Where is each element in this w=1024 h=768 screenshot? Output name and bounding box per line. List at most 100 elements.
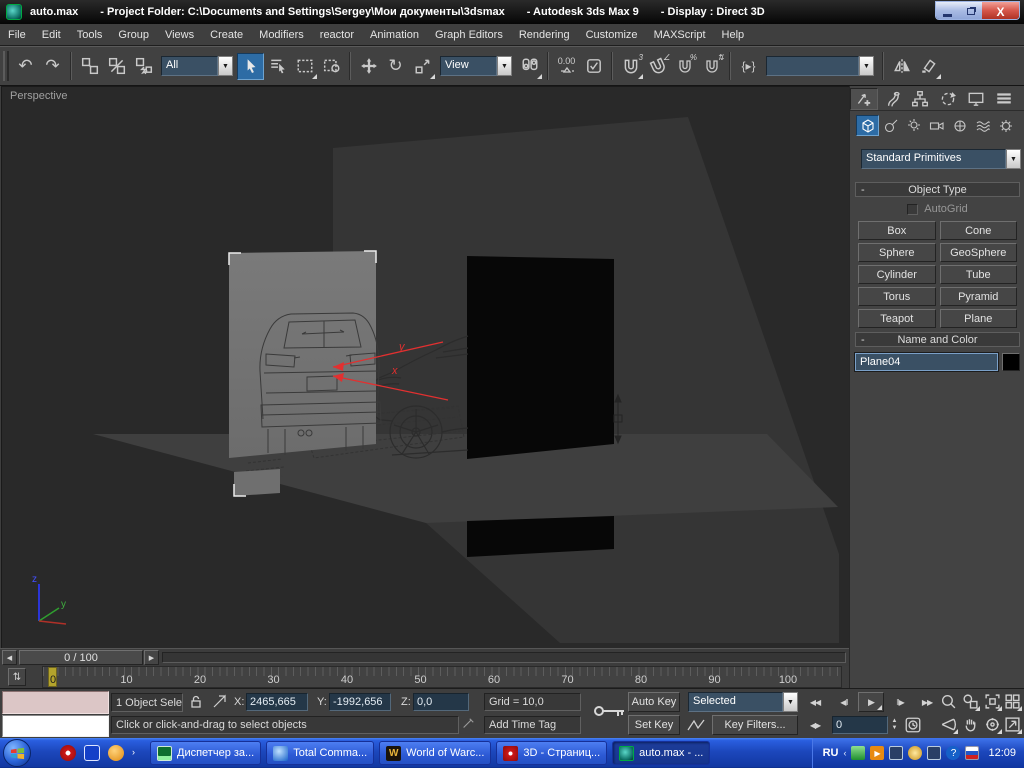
selection-filter-dropdown[interactable]: All ▼ [161,56,233,76]
z-coordinate-field[interactable]: 0,0 [413,693,469,711]
zoom-button[interactable] [938,691,959,712]
spinner-snap-toggle-button[interactable]: ⇅ [698,53,725,80]
tray-icon-gold[interactable] [908,746,922,760]
key-mode-toggle-button[interactable]: ◀▶ [802,715,828,735]
go-to-end-button[interactable]: ▶▶ [914,692,940,712]
unlink-selection-icon[interactable] [103,53,130,80]
zoom-extents-all-button[interactable] [1002,691,1023,712]
primitive-button[interactable]: Pyramid [940,287,1018,306]
language-indicator[interactable]: RU [823,747,839,759]
rollout-collapse-icon[interactable]: - [861,184,865,196]
object-name-input[interactable]: Plane04 [855,353,998,371]
key-filters-button[interactable]: Key Filters... [712,715,798,735]
toolbar-grip[interactable] [3,51,9,81]
quick-launch-agent-icon[interactable] [108,745,124,761]
key-mode-dropdown[interactable]: Selected ▼ [688,692,798,712]
go-to-start-button[interactable]: ◀◀ [802,692,828,712]
menu-item[interactable]: Edit [34,26,69,44]
perspective-viewport[interactable]: Perspective [1,86,849,648]
play-button[interactable]: ▶ [858,692,884,712]
viewport-label[interactable]: Perspective [10,90,67,102]
primitive-button[interactable]: Plane [940,309,1018,328]
zoom-extents-button[interactable] [982,691,1003,712]
use-pivot-center-button[interactable] [516,53,543,80]
tab-motion[interactable] [934,88,962,110]
field-of-view-button[interactable] [938,714,959,735]
tray-icon-network[interactable] [927,746,941,760]
menu-item[interactable]: Modifiers [251,26,312,44]
next-frame-arrow[interactable]: ▶ [144,650,159,665]
category-dropdown[interactable]: Standard Primitives ▼ [861,149,1021,169]
add-time-tag-field[interactable]: Add Time Tag [484,716,581,734]
primitive-button[interactable]: Sphere [858,243,936,262]
primitive-button[interactable]: Box [858,221,936,240]
tray-icon-display[interactable] [889,746,903,760]
frame-spinner[interactable]: ▲▼ [889,716,900,734]
current-frame-field[interactable]: 0 [832,716,888,734]
tray-icon-green[interactable] [851,746,865,760]
tab-modify[interactable] [878,88,906,110]
zoom-all-button[interactable] [960,691,981,712]
open-mini-curve-editor-button[interactable]: ⇅ [8,668,26,686]
previous-frame-arrow[interactable]: ◀ [2,650,17,665]
undo-button[interactable]: ↶ [12,53,39,80]
align-button[interactable] [915,53,942,80]
subtab-systems[interactable] [994,115,1017,136]
primitive-button[interactable]: Teapot [858,309,936,328]
menu-item[interactable]: Animation [362,26,427,44]
restore-button[interactable] [959,2,982,20]
object-color-swatch[interactable] [1002,353,1020,371]
y-coordinate-field[interactable]: -1992,656 [329,693,391,711]
rollout-collapse-icon[interactable]: - [861,334,865,346]
rectangular-selection-region-button[interactable] [291,53,318,80]
snap-offset-spinner[interactable]: 0.00 [553,53,580,80]
menu-item[interactable]: Views [157,26,202,44]
tab-display[interactable] [962,88,990,110]
redo-button[interactable]: ↷ [39,53,66,80]
quick-launch-opera-icon[interactable] [60,745,76,761]
subtab-cameras[interactable] [925,115,948,136]
tray-icon-russian-flag[interactable] [965,746,979,760]
snaps-toggle-button[interactable]: 3 [617,53,644,80]
menu-item[interactable]: Create [202,26,251,44]
menu-item[interactable]: Tools [69,26,111,44]
subtab-helpers[interactable] [948,115,971,136]
rear-blueprint-plane-below-ground[interactable] [234,469,280,496]
primitive-button[interactable]: Cylinder [858,265,936,284]
menu-item[interactable]: Graph Editors [427,26,511,44]
default-in-out-tangent-icon[interactable] [686,716,706,737]
communicate-icon[interactable] [461,717,475,734]
select-and-scale-button[interactable] [409,53,436,80]
subtab-space-warps[interactable] [971,115,994,136]
tray-icon-player[interactable]: ▶ [870,746,884,760]
black-plane-upper[interactable] [467,256,614,459]
mirror-button[interactable] [888,53,915,80]
tab-hierarchy[interactable] [906,88,934,110]
name-color-rollout-header[interactable]: - Name and Color [855,332,1020,347]
percent-snap-toggle-button[interactable]: % [671,53,698,80]
auto-key-button[interactable]: Auto Key [628,692,680,712]
selection-lock-icon[interactable] [188,694,204,713]
maxscript-mini-listener-white[interactable] [2,715,109,737]
minimize-button[interactable] [936,2,959,20]
pan-view-button[interactable] [960,714,981,735]
time-configuration-button[interactable] [904,716,922,737]
dropdown-arrow-icon[interactable]: ▼ [218,56,233,76]
subtab-lights[interactable] [902,115,925,136]
primitive-button[interactable]: Torus [858,287,936,306]
taskbar-window-button[interactable]: 3D - Страниц... [496,741,607,765]
subtab-shapes[interactable] [879,115,902,136]
viewport-scene[interactable]: y x z y [2,87,850,649]
menu-item[interactable]: reactor [312,26,362,44]
x-coordinate-field[interactable]: 2465,665 [246,693,308,711]
keyboard-shortcut-override-toggle[interactable] [580,53,607,80]
primitive-button[interactable]: Tube [940,265,1018,284]
tray-collapse-chevron[interactable]: ‹ [843,748,846,758]
menu-item[interactable]: MAXScript [646,26,714,44]
menu-item[interactable]: Customize [578,26,646,44]
dropdown-arrow-icon[interactable]: ▼ [859,56,874,76]
select-and-link-icon[interactable] [76,53,103,80]
set-key-button[interactable]: Set Key [628,715,680,735]
tab-utilities[interactable] [990,88,1018,110]
close-button[interactable]: X [982,2,1019,20]
